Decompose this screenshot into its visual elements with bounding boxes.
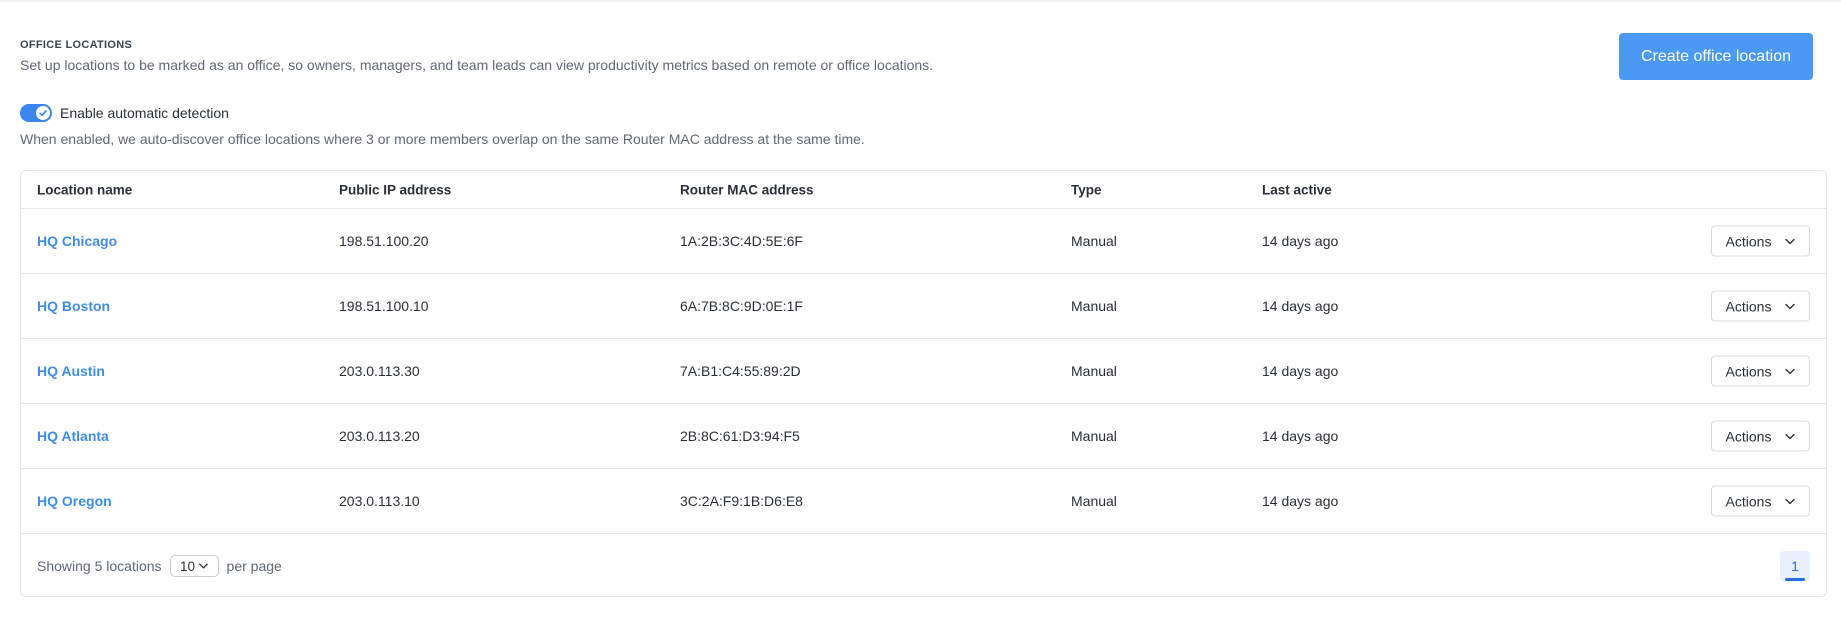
location-name-link[interactable]: HQ Austin	[37, 363, 105, 379]
check-icon	[39, 110, 47, 117]
chevron-down-icon	[1785, 433, 1796, 439]
per-page-value: 10	[180, 558, 196, 574]
actions-dropdown-button[interactable]: Actions	[1711, 485, 1810, 517]
location-name-link[interactable]: HQ Chicago	[37, 233, 117, 249]
location-name-link[interactable]: HQ Oregon	[37, 493, 112, 509]
section-title: OFFICE LOCATIONS	[20, 39, 133, 51]
auto-detection-help-text: When enabled, we auto-discover office lo…	[20, 131, 865, 147]
table-row: HQ Boston 198.51.100.10 6A:7B:8C:9D:0E:1…	[21, 274, 1826, 339]
chevron-down-icon	[1785, 368, 1796, 374]
type-cell: Manual	[1071, 233, 1117, 249]
last-active-cell: 14 days ago	[1262, 428, 1339, 444]
router-mac-cell: 6A:7B:8C:9D:0E:1F	[680, 298, 803, 314]
location-name-link[interactable]: HQ Atlanta	[37, 428, 109, 444]
public-ip-cell: 198.51.100.10	[339, 298, 429, 314]
chevron-down-icon	[1785, 238, 1796, 244]
auto-detection-toggle-row: Enable automatic detection	[20, 104, 229, 122]
router-mac-cell: 2B:8C:61:D3:94:F5	[680, 428, 800, 444]
public-ip-cell: 203.0.113.10	[339, 493, 420, 509]
last-active-cell: 14 days ago	[1262, 233, 1339, 249]
table-row: HQ Oregon 203.0.113.10 3C:2A:F9:1B:D6:E8…	[21, 469, 1826, 534]
column-header-type[interactable]: Type	[1071, 182, 1102, 197]
router-mac-cell: 1A:2B:3C:4D:5E:6F	[680, 233, 803, 249]
actions-dropdown-button[interactable]: Actions	[1711, 355, 1810, 387]
chevron-down-icon	[199, 563, 208, 569]
section-description: Set up locations to be marked as an offi…	[20, 57, 934, 73]
actions-label: Actions	[1725, 363, 1772, 379]
actions-dropdown-button[interactable]: Actions	[1711, 225, 1810, 257]
pagination-summary: Showing 5 locations 10 per page	[37, 555, 282, 577]
table-header: Location name Public IP address Router M…	[21, 171, 1826, 209]
actions-label: Actions	[1725, 428, 1772, 444]
column-header-router-mac[interactable]: Router MAC address	[680, 182, 814, 197]
toggle-knob	[36, 106, 50, 120]
last-active-cell: 14 days ago	[1262, 493, 1339, 509]
chevron-down-icon	[1785, 498, 1796, 504]
public-ip-cell: 203.0.113.30	[339, 363, 420, 379]
location-name-link[interactable]: HQ Boston	[37, 298, 110, 314]
per-page-label: per page	[226, 558, 282, 574]
type-cell: Manual	[1071, 493, 1117, 509]
public-ip-cell: 198.51.100.20	[339, 233, 429, 249]
router-mac-cell: 7A:B1:C4:55:89:2D	[680, 363, 801, 379]
per-page-select[interactable]: 10	[169, 555, 219, 577]
actions-label: Actions	[1725, 233, 1772, 249]
page-header: OFFICE LOCATIONS Set up locations to be …	[20, 39, 1813, 73]
public-ip-cell: 203.0.113.20	[339, 428, 420, 444]
chevron-down-icon	[1785, 303, 1796, 309]
auto-detection-toggle[interactable]	[20, 104, 52, 122]
column-header-location-name[interactable]: Location name	[37, 182, 132, 197]
type-cell: Manual	[1071, 363, 1117, 379]
top-divider	[0, 0, 1841, 2]
last-active-cell: 14 days ago	[1262, 363, 1339, 379]
table-row: HQ Chicago 198.51.100.20 1A:2B:3C:4D:5E:…	[21, 209, 1826, 274]
table-row: HQ Austin 203.0.113.30 7A:B1:C4:55:89:2D…	[21, 339, 1826, 404]
actions-dropdown-button[interactable]: Actions	[1711, 420, 1810, 452]
create-office-location-button[interactable]: Create office location	[1619, 33, 1813, 80]
actions-label: Actions	[1725, 493, 1772, 509]
office-locations-table: Location name Public IP address Router M…	[20, 170, 1827, 597]
router-mac-cell: 3C:2A:F9:1B:D6:E8	[680, 493, 803, 509]
table-row: HQ Atlanta 203.0.113.20 2B:8C:61:D3:94:F…	[21, 404, 1826, 469]
type-cell: Manual	[1071, 298, 1117, 314]
showing-count-text: Showing 5 locations	[37, 558, 162, 574]
page-1-button[interactable]: 1	[1780, 551, 1810, 581]
actions-label: Actions	[1725, 298, 1772, 314]
column-header-public-ip[interactable]: Public IP address	[339, 182, 451, 197]
auto-detection-label: Enable automatic detection	[60, 105, 229, 121]
actions-dropdown-button[interactable]: Actions	[1711, 290, 1810, 322]
column-header-last-active[interactable]: Last active	[1262, 182, 1332, 197]
table-footer: Showing 5 locations 10 per page 1	[21, 534, 1826, 596]
last-active-cell: 14 days ago	[1262, 298, 1339, 314]
type-cell: Manual	[1071, 428, 1117, 444]
